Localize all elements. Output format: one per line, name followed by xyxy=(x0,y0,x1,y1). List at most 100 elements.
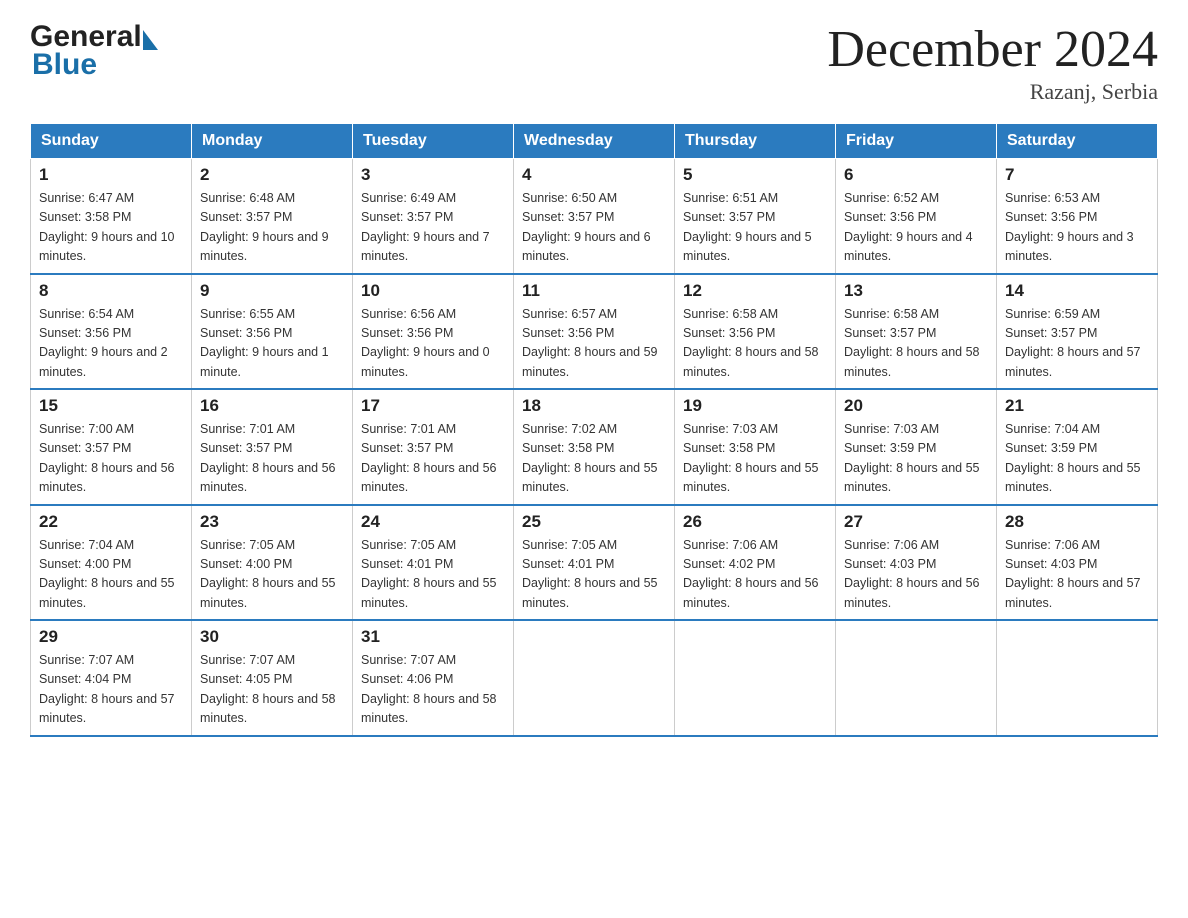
day-number: 23 xyxy=(200,512,344,532)
day-info: Sunrise: 6:55 AMSunset: 3:56 PMDaylight:… xyxy=(200,307,329,379)
day-info: Sunrise: 7:00 AMSunset: 3:57 PMDaylight:… xyxy=(39,422,175,494)
weekday-header-monday: Monday xyxy=(192,124,353,159)
day-info: Sunrise: 6:50 AMSunset: 3:57 PMDaylight:… xyxy=(522,191,651,263)
logo-blue-text: Blue xyxy=(32,48,158,82)
day-number: 12 xyxy=(683,281,827,301)
day-number: 6 xyxy=(844,165,988,185)
day-info: Sunrise: 7:07 AMSunset: 4:05 PMDaylight:… xyxy=(200,653,336,725)
day-info: Sunrise: 6:58 AMSunset: 3:56 PMDaylight:… xyxy=(683,307,819,379)
weekday-header-saturday: Saturday xyxy=(997,124,1158,159)
day-number: 29 xyxy=(39,627,183,647)
calendar-cell: 9 Sunrise: 6:55 AMSunset: 3:56 PMDayligh… xyxy=(192,274,353,390)
calendar-cell: 20 Sunrise: 7:03 AMSunset: 3:59 PMDaylig… xyxy=(836,389,997,505)
day-number: 10 xyxy=(361,281,505,301)
calendar-cell: 1 Sunrise: 6:47 AMSunset: 3:58 PMDayligh… xyxy=(31,159,192,274)
day-number: 1 xyxy=(39,165,183,185)
logo: General Blue xyxy=(30,20,158,82)
day-info: Sunrise: 6:51 AMSunset: 3:57 PMDaylight:… xyxy=(683,191,812,263)
calendar-week-row: 22 Sunrise: 7:04 AMSunset: 4:00 PMDaylig… xyxy=(31,505,1158,621)
calendar-cell: 28 Sunrise: 7:06 AMSunset: 4:03 PMDaylig… xyxy=(997,505,1158,621)
calendar-cell: 25 Sunrise: 7:05 AMSunset: 4:01 PMDaylig… xyxy=(514,505,675,621)
day-info: Sunrise: 7:04 AMSunset: 3:59 PMDaylight:… xyxy=(1005,422,1141,494)
day-number: 20 xyxy=(844,396,988,416)
day-info: Sunrise: 7:06 AMSunset: 4:02 PMDaylight:… xyxy=(683,538,819,610)
day-info: Sunrise: 6:56 AMSunset: 3:56 PMDaylight:… xyxy=(361,307,490,379)
day-info: Sunrise: 6:59 AMSunset: 3:57 PMDaylight:… xyxy=(1005,307,1141,379)
calendar-cell: 30 Sunrise: 7:07 AMSunset: 4:05 PMDaylig… xyxy=(192,620,353,736)
calendar-cell: 24 Sunrise: 7:05 AMSunset: 4:01 PMDaylig… xyxy=(353,505,514,621)
calendar-week-row: 8 Sunrise: 6:54 AMSunset: 3:56 PMDayligh… xyxy=(31,274,1158,390)
calendar-cell: 15 Sunrise: 7:00 AMSunset: 3:57 PMDaylig… xyxy=(31,389,192,505)
day-number: 7 xyxy=(1005,165,1149,185)
day-info: Sunrise: 7:05 AMSunset: 4:01 PMDaylight:… xyxy=(522,538,658,610)
day-info: Sunrise: 6:49 AMSunset: 3:57 PMDaylight:… xyxy=(361,191,490,263)
logo-arrow-icon xyxy=(143,30,158,50)
calendar-cell: 2 Sunrise: 6:48 AMSunset: 3:57 PMDayligh… xyxy=(192,159,353,274)
calendar-cell: 11 Sunrise: 6:57 AMSunset: 3:56 PMDaylig… xyxy=(514,274,675,390)
calendar-cell: 26 Sunrise: 7:06 AMSunset: 4:02 PMDaylig… xyxy=(675,505,836,621)
weekday-header-friday: Friday xyxy=(836,124,997,159)
day-number: 2 xyxy=(200,165,344,185)
weekday-header-row: SundayMondayTuesdayWednesdayThursdayFrid… xyxy=(31,124,1158,159)
calendar-title: December 2024 xyxy=(827,20,1158,79)
day-number: 21 xyxy=(1005,396,1149,416)
weekday-header-thursday: Thursday xyxy=(675,124,836,159)
day-number: 11 xyxy=(522,281,666,301)
day-info: Sunrise: 7:04 AMSunset: 4:00 PMDaylight:… xyxy=(39,538,175,610)
calendar-cell: 23 Sunrise: 7:05 AMSunset: 4:00 PMDaylig… xyxy=(192,505,353,621)
day-number: 8 xyxy=(39,281,183,301)
calendar-cell: 10 Sunrise: 6:56 AMSunset: 3:56 PMDaylig… xyxy=(353,274,514,390)
day-number: 3 xyxy=(361,165,505,185)
page-header: General Blue December 2024 Razanj, Serbi… xyxy=(30,20,1158,105)
day-info: Sunrise: 7:05 AMSunset: 4:01 PMDaylight:… xyxy=(361,538,497,610)
day-info: Sunrise: 6:53 AMSunset: 3:56 PMDaylight:… xyxy=(1005,191,1134,263)
calendar-cell: 19 Sunrise: 7:03 AMSunset: 3:58 PMDaylig… xyxy=(675,389,836,505)
calendar-cell: 14 Sunrise: 6:59 AMSunset: 3:57 PMDaylig… xyxy=(997,274,1158,390)
day-info: Sunrise: 7:07 AMSunset: 4:06 PMDaylight:… xyxy=(361,653,497,725)
day-info: Sunrise: 7:01 AMSunset: 3:57 PMDaylight:… xyxy=(361,422,497,494)
calendar-cell xyxy=(836,620,997,736)
calendar-cell: 3 Sunrise: 6:49 AMSunset: 3:57 PMDayligh… xyxy=(353,159,514,274)
calendar-subtitle: Razanj, Serbia xyxy=(827,79,1158,105)
weekday-header-wednesday: Wednesday xyxy=(514,124,675,159)
day-info: Sunrise: 6:54 AMSunset: 3:56 PMDaylight:… xyxy=(39,307,168,379)
calendar-table: SundayMondayTuesdayWednesdayThursdayFrid… xyxy=(30,123,1158,737)
day-info: Sunrise: 7:03 AMSunset: 3:58 PMDaylight:… xyxy=(683,422,819,494)
calendar-week-row: 15 Sunrise: 7:00 AMSunset: 3:57 PMDaylig… xyxy=(31,389,1158,505)
day-info: Sunrise: 7:01 AMSunset: 3:57 PMDaylight:… xyxy=(200,422,336,494)
calendar-cell: 6 Sunrise: 6:52 AMSunset: 3:56 PMDayligh… xyxy=(836,159,997,274)
day-info: Sunrise: 7:02 AMSunset: 3:58 PMDaylight:… xyxy=(522,422,658,494)
day-number: 27 xyxy=(844,512,988,532)
calendar-cell: 21 Sunrise: 7:04 AMSunset: 3:59 PMDaylig… xyxy=(997,389,1158,505)
day-number: 18 xyxy=(522,396,666,416)
day-number: 13 xyxy=(844,281,988,301)
calendar-cell: 27 Sunrise: 7:06 AMSunset: 4:03 PMDaylig… xyxy=(836,505,997,621)
day-number: 25 xyxy=(522,512,666,532)
day-number: 14 xyxy=(1005,281,1149,301)
calendar-week-row: 29 Sunrise: 7:07 AMSunset: 4:04 PMDaylig… xyxy=(31,620,1158,736)
day-info: Sunrise: 6:48 AMSunset: 3:57 PMDaylight:… xyxy=(200,191,329,263)
day-number: 26 xyxy=(683,512,827,532)
weekday-header-sunday: Sunday xyxy=(31,124,192,159)
day-number: 19 xyxy=(683,396,827,416)
day-number: 17 xyxy=(361,396,505,416)
day-info: Sunrise: 6:57 AMSunset: 3:56 PMDaylight:… xyxy=(522,307,658,379)
calendar-cell: 16 Sunrise: 7:01 AMSunset: 3:57 PMDaylig… xyxy=(192,389,353,505)
weekday-header-tuesday: Tuesday xyxy=(353,124,514,159)
calendar-week-row: 1 Sunrise: 6:47 AMSunset: 3:58 PMDayligh… xyxy=(31,159,1158,274)
calendar-cell: 29 Sunrise: 7:07 AMSunset: 4:04 PMDaylig… xyxy=(31,620,192,736)
day-number: 15 xyxy=(39,396,183,416)
day-number: 31 xyxy=(361,627,505,647)
day-number: 24 xyxy=(361,512,505,532)
day-info: Sunrise: 7:05 AMSunset: 4:00 PMDaylight:… xyxy=(200,538,336,610)
day-info: Sunrise: 6:58 AMSunset: 3:57 PMDaylight:… xyxy=(844,307,980,379)
day-number: 9 xyxy=(200,281,344,301)
day-info: Sunrise: 7:03 AMSunset: 3:59 PMDaylight:… xyxy=(844,422,980,494)
day-info: Sunrise: 7:06 AMSunset: 4:03 PMDaylight:… xyxy=(844,538,980,610)
calendar-cell xyxy=(514,620,675,736)
calendar-cell: 8 Sunrise: 6:54 AMSunset: 3:56 PMDayligh… xyxy=(31,274,192,390)
day-number: 4 xyxy=(522,165,666,185)
calendar-cell: 4 Sunrise: 6:50 AMSunset: 3:57 PMDayligh… xyxy=(514,159,675,274)
title-block: December 2024 Razanj, Serbia xyxy=(827,20,1158,105)
calendar-cell xyxy=(997,620,1158,736)
